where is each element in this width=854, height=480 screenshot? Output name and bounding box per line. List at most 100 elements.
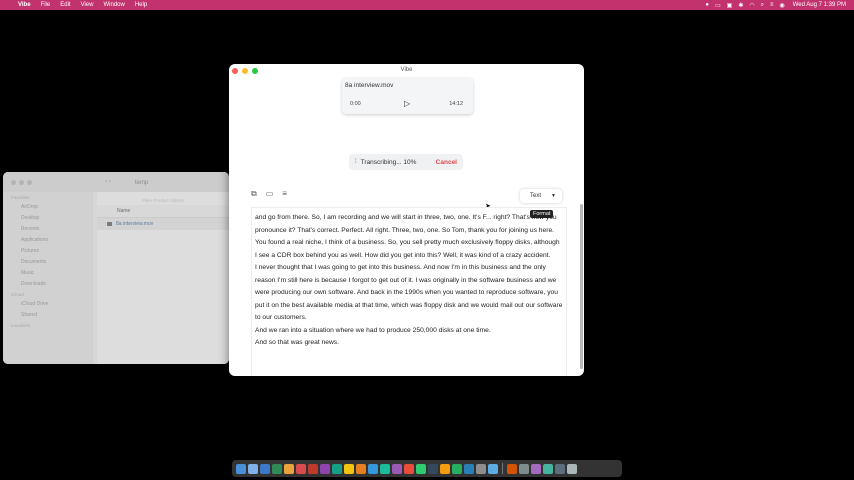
- wifi-icon[interactable]: ◠: [749, 2, 754, 9]
- player-duration: 14:12: [449, 101, 463, 107]
- dock-app-icon[interactable]: [543, 463, 553, 474]
- movie-file-icon: [107, 222, 112, 226]
- dock-app-icon[interactable]: [428, 463, 438, 474]
- finder-sidebar-section-locations: Locations: [11, 323, 31, 328]
- sidebar-item-shared[interactable]: Shared: [3, 309, 93, 320]
- finder-sidebar-section-favorites: Favorites: [11, 195, 30, 200]
- vibe-close-button[interactable]: [232, 68, 238, 74]
- finder-column-name[interactable]: Name: [97, 205, 229, 218]
- finder-window: ‹ › temp Favorites AirDrop Desktop Recen…: [3, 172, 229, 364]
- display-icon[interactable]: ▣: [727, 2, 733, 9]
- folder-icon[interactable]: ▭: [266, 189, 274, 199]
- dock-separator: [502, 463, 503, 474]
- menu-app-name[interactable]: Vibe: [18, 2, 31, 8]
- sidebar-item-downloads[interactable]: Downloads: [3, 278, 93, 289]
- finder-sidebar: Favorites AirDrop Desktop Recents Applic…: [3, 192, 93, 364]
- dock-app-icon[interactable]: [476, 463, 486, 474]
- dock-app-icon[interactable]: [488, 463, 498, 474]
- dock-app-icon[interactable]: [344, 463, 354, 474]
- dock-app-icon[interactable]: [236, 463, 246, 474]
- dock-app-icon[interactable]: [356, 463, 366, 474]
- status-tray: ● ▭ ▣ ✱ ◠ ⌕ ≡ ◉ Wed Aug 7 1:39 PM: [699, 2, 854, 9]
- menu-edit[interactable]: Edit: [60, 2, 70, 8]
- vibe-window-controls: [232, 68, 258, 74]
- dock-app-icon[interactable]: [380, 463, 390, 474]
- menu-help[interactable]: Help: [135, 2, 147, 8]
- format-select[interactable]: Text ▼: [520, 189, 562, 203]
- player-file-name: 8a interview.mov: [345, 82, 394, 89]
- finder-file-row[interactable]: 8a interview.mov: [97, 218, 229, 230]
- spinner-icon: ⁞: [355, 159, 357, 165]
- sidebar-item-pictures[interactable]: Pictures: [3, 245, 93, 256]
- transcript-text[interactable]: and go from there. So, I am recording an…: [251, 207, 567, 376]
- dock-app-icon[interactable]: [440, 463, 450, 474]
- sidebar-item-applications[interactable]: Applications: [3, 234, 93, 245]
- menu-bar: Vibe File Edit View Window Help ● ▭ ▣ ✱ …: [0, 0, 854, 10]
- dock-app-icon[interactable]: [308, 463, 318, 474]
- search-icon[interactable]: ⌕: [761, 2, 764, 9]
- sidebar-item-airdrop[interactable]: AirDrop: [3, 201, 93, 212]
- bluetooth-icon[interactable]: ✱: [738, 2, 743, 9]
- cancel-button[interactable]: Cancel: [436, 159, 457, 166]
- dock-app-icon[interactable]: [416, 463, 426, 474]
- vibe-scrollbar[interactable]: [580, 204, 583, 369]
- play-icon[interactable]: ▷: [404, 99, 410, 108]
- finder-zoom-button[interactable]: [27, 180, 32, 185]
- media-player: 8a interview.mov 0:00 ▷ 14:12: [342, 78, 473, 114]
- dock-app-icon[interactable]: [248, 463, 258, 474]
- menu-window[interactable]: Window: [103, 2, 124, 8]
- chevron-down-icon: ▼: [551, 193, 556, 199]
- finder-content: Files Product Videos Name 8a interview.m…: [97, 192, 229, 364]
- dock-app-icon[interactable]: [507, 463, 517, 474]
- menu-file[interactable]: File: [41, 2, 51, 8]
- dock-app-icon[interactable]: [531, 463, 541, 474]
- finder-minimize-button[interactable]: [19, 180, 24, 185]
- dock-app-icon[interactable]: [519, 463, 529, 474]
- dock-app-icon[interactable]: [260, 463, 270, 474]
- dock-app-icon[interactable]: [296, 463, 306, 474]
- vibe-minimize-button[interactable]: [242, 68, 248, 74]
- vibe-zoom-button[interactable]: [252, 68, 258, 74]
- dock-app-icon[interactable]: [368, 463, 378, 474]
- transcribe-status: Transcribing... 10%: [360, 158, 417, 166]
- list-icon[interactable]: ≡: [282, 189, 287, 199]
- transcript-paragraph: I never thought that I was going to get …: [255, 264, 563, 321]
- dock-app-icon[interactable]: [464, 463, 474, 474]
- dock-app-icon[interactable]: [404, 463, 414, 474]
- sidebar-item-documents[interactable]: Documents: [3, 256, 93, 267]
- siri-icon[interactable]: ◉: [779, 2, 784, 9]
- menu-view[interactable]: View: [81, 2, 94, 8]
- transcribe-status-bar: ⁞ Transcribing... 10% Cancel: [349, 154, 463, 170]
- vibe-titlebar: Vibe: [229, 64, 584, 77]
- menu-clock[interactable]: Wed Aug 7 1:39 PM: [793, 2, 846, 8]
- dock-app-icon[interactable]: [392, 463, 402, 474]
- transcript-toolbar: ⧉ ▭ ≡: [251, 189, 287, 199]
- transcript-paragraph: And we ran into a situation where we had…: [255, 326, 491, 334]
- vibe-window: Vibe 8a interview.mov 0:00 ▷ 14:12 ⁞ Tra…: [229, 64, 584, 376]
- finder-file-name: 8a interview.mov: [116, 221, 154, 227]
- sidebar-item-icloud-drive[interactable]: iCloud Drive: [3, 298, 93, 309]
- dock-app-icon[interactable]: [452, 463, 462, 474]
- sidebar-item-music[interactable]: Music: [3, 267, 93, 278]
- dock-app-icon[interactable]: [332, 463, 342, 474]
- dock-app-icon[interactable]: [567, 463, 577, 474]
- control-center-icon[interactable]: ≡: [770, 2, 774, 8]
- transcript-paragraph: and go from there. So, I am recording an…: [255, 214, 560, 259]
- dock-app-icon[interactable]: [272, 463, 282, 474]
- user-icon[interactable]: ●: [705, 2, 709, 8]
- sidebar-item-desktop[interactable]: Desktop: [3, 212, 93, 223]
- copy-icon[interactable]: ⧉: [251, 189, 257, 199]
- sidebar-item-recents[interactable]: Recents: [3, 223, 93, 234]
- player-current-time: 0:00: [350, 101, 361, 107]
- transcript-paragraph: And so that was great news.: [255, 339, 340, 346]
- finder-back-icon[interactable]: ‹ ›: [105, 179, 111, 185]
- dock-app-icon[interactable]: [320, 463, 330, 474]
- vibe-window-title: Vibe: [400, 67, 413, 73]
- format-select-value: Text: [530, 193, 542, 199]
- dock-app-icon[interactable]: [284, 463, 294, 474]
- finder-close-button[interactable]: [11, 180, 16, 185]
- battery-icon[interactable]: ▭: [715, 2, 721, 9]
- dock-app-icon[interactable]: [555, 463, 565, 474]
- finder-path-hint: Files Product Videos: [142, 198, 184, 203]
- finder-titlebar: ‹ › temp: [3, 172, 229, 192]
